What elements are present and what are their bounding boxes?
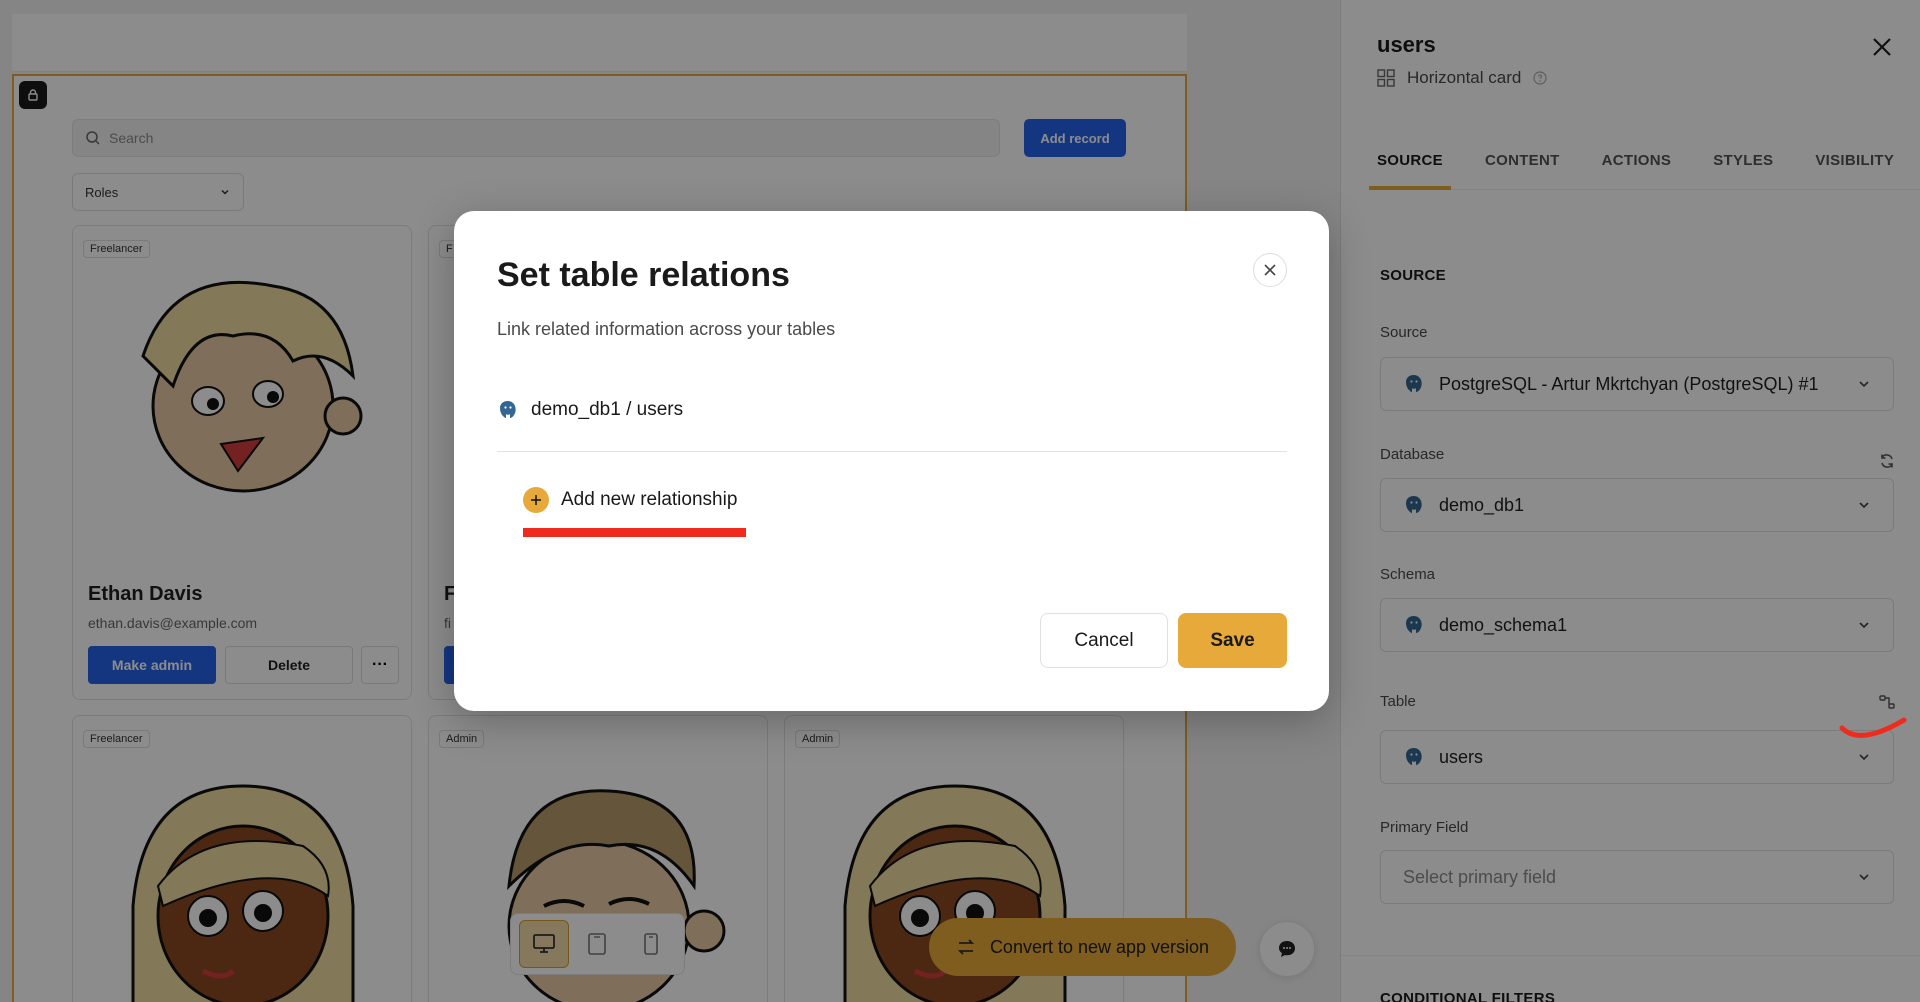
modal-divider <box>497 451 1287 452</box>
close-modal-button[interactable] <box>1253 253 1287 287</box>
table-relations-modal: Set table relations Link related informa… <box>454 211 1329 711</box>
table-path-label: demo_db1 / users <box>531 399 684 420</box>
add-relationship-label: Add new relationship <box>561 489 738 510</box>
save-button[interactable]: Save <box>1178 613 1287 668</box>
add-relationship-button[interactable]: Add new relationship <box>523 487 737 513</box>
annotation-underline <box>523 528 746 537</box>
table-path: demo_db1 / users <box>497 399 683 421</box>
modal-subtitle: Link related information across your tab… <box>497 319 836 339</box>
annotation-stroke <box>1839 717 1907 738</box>
modal-title: Set table relations <box>497 256 790 294</box>
postgresql-icon <box>500 401 516 418</box>
cancel-button[interactable]: Cancel <box>1040 613 1168 668</box>
plus-icon <box>523 487 549 513</box>
close-icon <box>1264 264 1276 276</box>
